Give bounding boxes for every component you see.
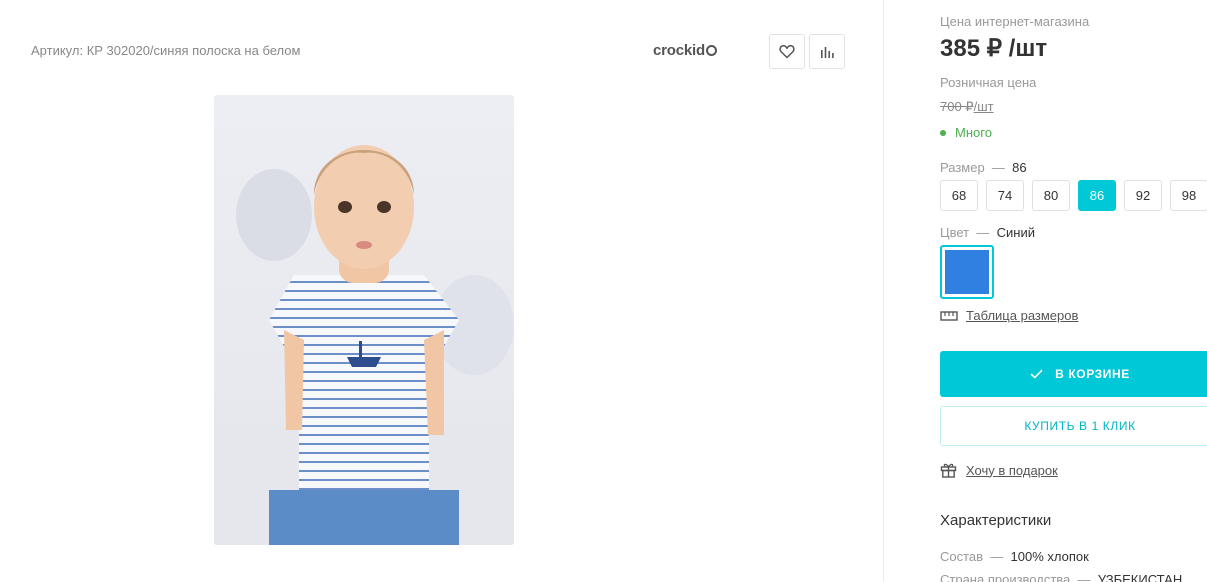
size-option-80[interactable]: 80 [1032,180,1070,211]
compare-icon [821,46,834,58]
size-option-74[interactable]: 74 [986,180,1024,211]
compare-button[interactable] [809,34,845,69]
retail-price: 700 ₽/шт [940,99,994,115]
favorite-button[interactable] [769,34,805,69]
brand-logo[interactable]: crockid [653,42,717,59]
product-sku: Артикул: КР 302020/синяя полоска на бело… [31,43,301,58]
product-photo[interactable] [214,95,514,545]
characteristics-title: Характеристики [940,512,1052,529]
stock-status-text: Много [955,125,992,140]
gift-link[interactable]: Хочу в подарок [940,462,1058,478]
stock-dot-icon [940,129,946,136]
retail-price-unit: /шт [973,99,994,114]
size-option-86[interactable]: 86 [1078,180,1116,211]
stock-status: Много [940,125,992,140]
size-table-text: Таблица размеров [966,308,1079,323]
size-option-98[interactable]: 98 [1170,180,1207,211]
in-cart-button[interactable]: В КОРЗИНЕ [940,351,1207,397]
color-selected-row: Цвет — Синий [940,225,1035,240]
retail-price-value: 700 ₽ [940,99,974,114]
size-options: 68 74 80 86 92 98 [940,180,1207,211]
size-option-68[interactable]: 68 [940,180,978,211]
product-gallery-panel: Артикул: КР 302020/синяя полоска на бело… [0,0,884,582]
retail-price-label: Розничная цена [940,75,1037,90]
gift-text: Хочу в подарок [966,462,1058,478]
product-info-panel: Цена интернет-магазина 385 ₽ /шт Розничн… [885,0,1207,582]
gift-icon [940,463,957,478]
in-cart-label: В КОРЗИНЕ [1055,367,1130,381]
size-selected-row: Размер — 86 [940,160,1027,175]
check-icon [1030,369,1043,379]
product-photo-image [214,95,514,545]
online-price: 385 ₽ /шт [940,35,1048,62]
characteristic-country: Страна производства — УЗБЕКИСТАН [940,572,1183,582]
online-price-label: Цена интернет-магазина [940,14,1090,29]
ruler-icon [940,310,958,321]
characteristic-composition: Состав — 100% хлопок [940,549,1089,564]
size-table-link[interactable]: Таблица размеров [940,308,1078,323]
size-option-92[interactable]: 92 [1124,180,1162,211]
heart-icon [779,44,795,59]
buy-one-click-button[interactable]: КУПИТЬ В 1 КЛИК [940,406,1207,446]
color-swatch-blue[interactable] [940,245,994,299]
color-swatch-fill [945,250,989,294]
brand-mark-icon [705,45,717,56]
